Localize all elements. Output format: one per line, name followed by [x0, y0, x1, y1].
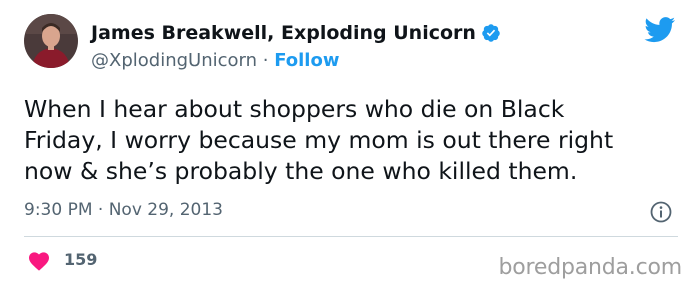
tweet-timestamp[interactable]: 9:30 PM · Nov 29, 2013	[24, 200, 223, 220]
twitter-bird-icon[interactable]	[644, 17, 676, 43]
author-handle[interactable]: @XplodingUnicorn	[91, 50, 257, 71]
info-icon[interactable]	[650, 201, 672, 223]
handle-separator: ·	[257, 50, 275, 71]
like-count: 159	[64, 250, 98, 269]
heart-icon[interactable]	[28, 251, 50, 271]
tweet-card: James Breakwell, Exploding Unicorn @Xplo…	[0, 0, 700, 288]
handle-row: @XplodingUnicorn · Follow	[91, 50, 339, 71]
author-name-row: James Breakwell, Exploding Unicorn	[91, 22, 501, 44]
divider	[24, 236, 678, 237]
display-name[interactable]: James Breakwell, Exploding Unicorn	[91, 22, 476, 44]
watermark: boredpanda.com	[498, 255, 682, 280]
tweet-text: When I hear about shoppers who die on Bl…	[24, 95, 614, 185]
follow-button[interactable]: Follow	[274, 50, 339, 71]
avatar[interactable]	[24, 14, 78, 68]
verified-badge-icon	[482, 24, 500, 42]
